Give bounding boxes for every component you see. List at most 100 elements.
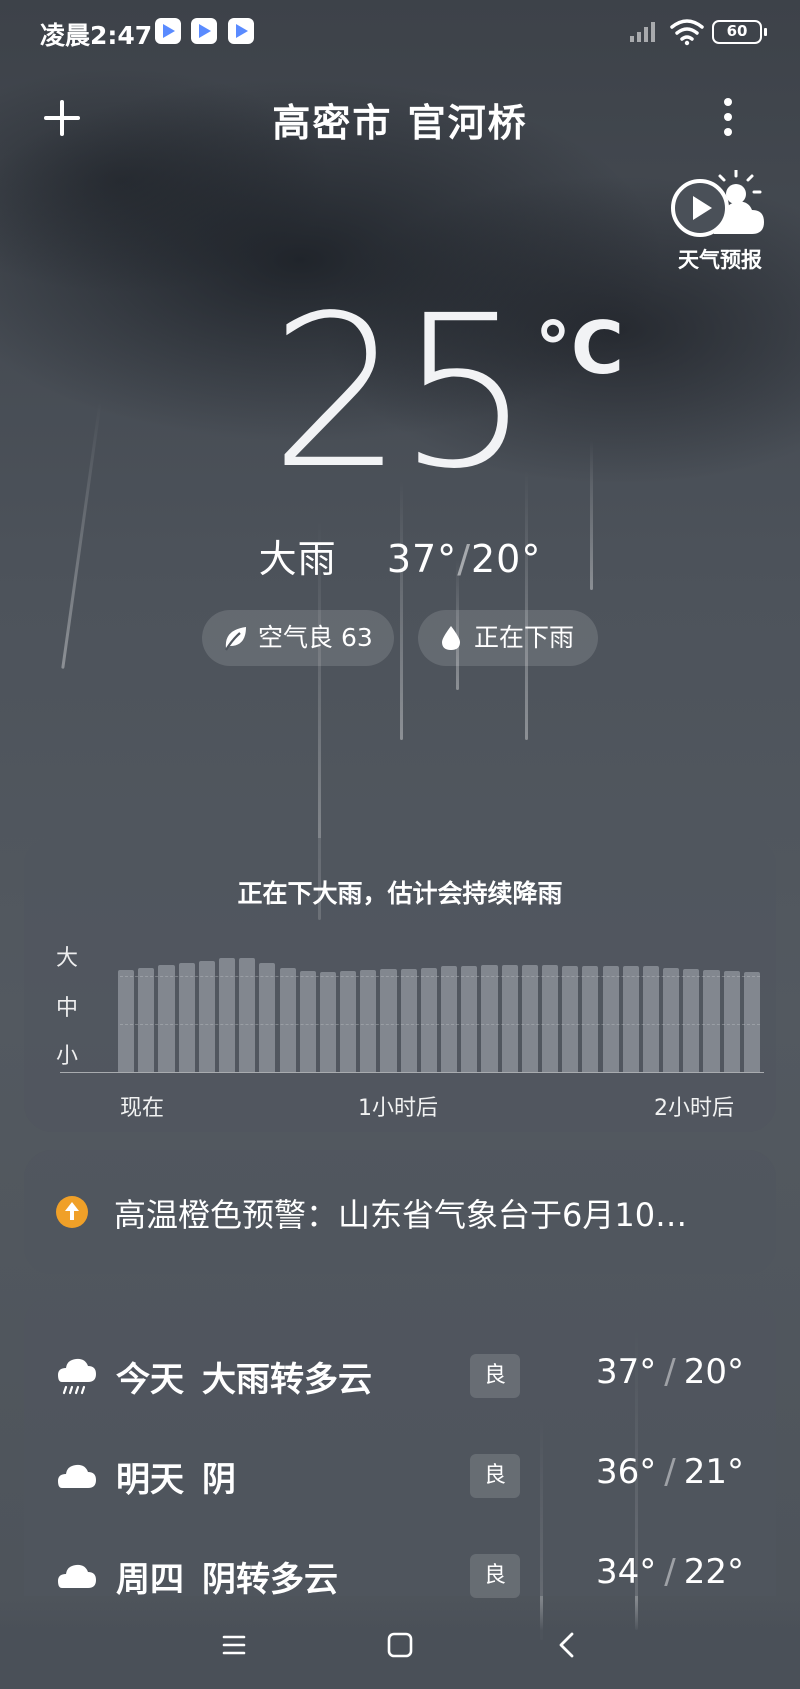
day-low: 22° xyxy=(683,1552,744,1592)
precipitation-bar xyxy=(299,971,316,1072)
menu-icon[interactable] xyxy=(214,1625,254,1665)
precipitation-bar xyxy=(602,966,619,1072)
temp-slash: / xyxy=(664,1452,676,1492)
rain-status-chip[interactable]: 正在下雨 xyxy=(418,610,598,666)
precipitation-bar xyxy=(360,969,377,1072)
precipitation-card[interactable]: 正在下大雨，估计会持续降雨 大 中 小 现在 1小时后 2小时后 xyxy=(24,838,776,1132)
precipitation-bar xyxy=(319,972,337,1072)
cloud-icon xyxy=(58,1464,96,1488)
level-light: 小 xyxy=(56,1044,79,1069)
precipitation-bar xyxy=(642,966,660,1072)
day-condition: 阴 xyxy=(202,1460,236,1500)
day-low: 21° xyxy=(683,1452,744,1492)
precipitation-bar xyxy=(663,967,680,1072)
x-label-2h: 2小时后 xyxy=(654,1096,734,1121)
forecast-video-button[interactable]: 天气预报 xyxy=(660,170,780,272)
level-heavy: 大 xyxy=(56,946,79,971)
heavy-rain-icon xyxy=(58,1358,96,1395)
forecast-video-label: 天气预报 xyxy=(678,248,762,272)
low-temp: 20° xyxy=(471,537,542,581)
precipitation-bar xyxy=(158,965,175,1072)
precipitation-bar xyxy=(622,966,639,1072)
air-quality-label: 空气良 63 xyxy=(258,623,373,652)
x-label-now: 现在 xyxy=(120,1096,165,1121)
app-store-icon xyxy=(228,18,254,44)
precipitation-bar xyxy=(481,965,498,1072)
high-temp: 37° xyxy=(386,537,458,581)
condition-summary: 大雨 37°/20° xyxy=(0,528,800,583)
signal-icon xyxy=(630,22,655,42)
precipitation-bar xyxy=(138,967,155,1072)
header: 高密市 官河桥 xyxy=(0,80,800,160)
temp-separator: / xyxy=(457,537,471,581)
temp-slash: / xyxy=(664,1352,676,1392)
day-high: 34° xyxy=(596,1552,657,1592)
warning-text: 高温橙色预警：山东省气象台于6月10… xyxy=(114,1196,688,1234)
x-label-1h: 1小时后 xyxy=(358,1096,438,1121)
precipitation-bar xyxy=(541,965,559,1072)
warning-icon xyxy=(56,1196,88,1228)
navigation-bar xyxy=(0,1599,800,1689)
day-low: 20° xyxy=(683,1352,744,1392)
day-high: 37° xyxy=(596,1352,657,1392)
raindrop-icon xyxy=(442,626,460,650)
leaf-icon xyxy=(225,627,246,651)
rain-status-label: 正在下雨 xyxy=(474,623,575,652)
status-bar: 凌晨2:47 60 xyxy=(0,0,800,68)
cloud-icon xyxy=(58,1564,96,1588)
precipitation-bar xyxy=(239,958,256,1072)
precipitation-title: 正在下大雨，估计会持续降雨 xyxy=(237,879,563,908)
day-condition: 大雨转多云 xyxy=(202,1360,372,1400)
temperature-unit: °C xyxy=(535,306,624,390)
precipitation-bar xyxy=(340,971,357,1072)
current-temperature: 25 °C xyxy=(0,270,800,515)
day-name: 周四 xyxy=(116,1560,184,1600)
air-quality-chip[interactable]: 空气良 63 xyxy=(202,610,394,666)
precipitation-bar xyxy=(521,965,538,1072)
info-chips: 空气良 63 正在下雨 xyxy=(0,610,800,666)
battery-icon: 60 xyxy=(712,20,767,44)
more-menu-button[interactable] xyxy=(710,92,746,142)
precipitation-bar xyxy=(723,971,740,1072)
precipitation-bar xyxy=(279,967,296,1072)
home-icon[interactable] xyxy=(380,1625,420,1665)
level-moderate: 中 xyxy=(56,996,79,1021)
precipitation-bar xyxy=(743,972,760,1072)
condition-text: 大雨 xyxy=(258,537,337,581)
precipitation-bar xyxy=(683,968,700,1072)
precipitation-bar xyxy=(218,958,236,1072)
precipitation-bar xyxy=(380,968,397,1072)
precipitation-bar xyxy=(582,966,599,1072)
day-name: 明天 xyxy=(116,1460,184,1500)
forecast-row-tomorrow[interactable]: 明天 阴 良 36°/21° xyxy=(24,1436,776,1516)
precipitation-bar xyxy=(400,968,417,1072)
precipitation-bar xyxy=(562,966,579,1072)
day-temp-range: 34°/22° xyxy=(596,1552,744,1592)
day-name: 今天 xyxy=(116,1360,184,1400)
precipitation-bars xyxy=(118,956,764,1072)
precipitation-bar xyxy=(441,966,458,1072)
precipitation-bar xyxy=(420,967,437,1072)
daily-forecast-card: 今天 大雨转多云 良 37°/20° 明天 阴 良 36°/21° 周四 阴转多… xyxy=(24,1296,776,1600)
day-condition: 阴转多云 xyxy=(202,1560,338,1600)
precipitation-bar xyxy=(178,962,195,1072)
play-cloud-icon xyxy=(671,170,764,237)
day-temp-range: 37°/20° xyxy=(596,1352,744,1392)
forecast-row-today[interactable]: 今天 大雨转多云 良 37°/20° xyxy=(24,1336,776,1416)
precipitation-bar xyxy=(259,962,276,1072)
city-title[interactable]: 高密市 官河桥 xyxy=(0,92,800,147)
day-temp-range: 36°/21° xyxy=(596,1452,744,1492)
wifi-icon xyxy=(670,19,704,46)
precipitation-bar xyxy=(501,965,518,1072)
back-icon[interactable] xyxy=(548,1625,588,1665)
temp-slash: / xyxy=(664,1552,676,1592)
precipitation-bar xyxy=(118,969,135,1072)
app-store-icon xyxy=(155,18,181,44)
aqi-badge: 良 xyxy=(470,1454,520,1498)
precipitation-bar xyxy=(198,960,215,1072)
chart-baseline xyxy=(60,1072,764,1073)
temperature-value: 25 xyxy=(270,270,531,515)
precipitation-bar xyxy=(703,969,720,1072)
weather-warning-card[interactable]: 高温橙色预警：山东省气象台于6月10… xyxy=(24,1150,776,1274)
aqi-badge: 良 xyxy=(470,1554,520,1598)
